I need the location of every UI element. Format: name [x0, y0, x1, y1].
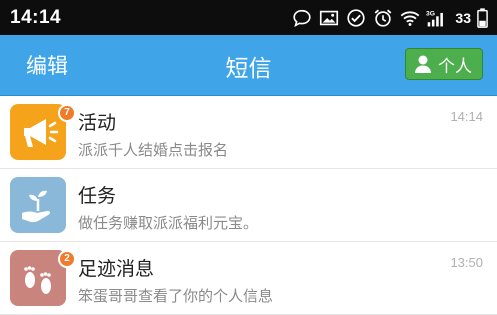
- page-title: 短信: [225, 56, 272, 82]
- battery-level: 33: [455, 10, 471, 26]
- unread-badge: 2: [58, 250, 76, 268]
- nav-bar: 编辑 短信 个人: [0, 35, 497, 96]
- message-list: 7 活动 派派千人结婚点击报名 14:14 任务 做任务赚取派派福利元宝。 2 …: [0, 96, 497, 315]
- check-circle-icon: [347, 9, 366, 27]
- message-preview: 笨蛋哥哥查看了你的个人信息: [78, 287, 274, 305]
- avatar: [10, 177, 66, 233]
- network-type: 3G: [426, 10, 435, 17]
- message-time: 14:14: [450, 109, 483, 124]
- edit-button[interactable]: 编辑: [26, 50, 68, 80]
- avatar: 2: [10, 250, 76, 306]
- message-preview: 做任务赚取派派福利元宝。: [78, 214, 259, 232]
- message-title: 足迹消息: [78, 258, 155, 280]
- personal-button-label: 个人: [438, 56, 472, 77]
- unread-badge: 7: [58, 104, 76, 122]
- status-time: 14:14: [10, 7, 62, 28]
- status-bar: 14:14 3G 33: [0, 0, 497, 35]
- personal-button[interactable]: 个人: [405, 48, 483, 80]
- message-title: 任务: [78, 185, 117, 207]
- message-item-activity[interactable]: 7 活动 派派千人结婚点击报名 14:14: [0, 96, 497, 169]
- wifi-icon: [401, 11, 420, 26]
- hand-sprout-icon: [22, 190, 51, 223]
- chat-bubble-icon: [293, 9, 312, 27]
- avatar: 7: [10, 104, 76, 160]
- message-preview: 派派千人结婚点击报名: [78, 141, 229, 159]
- message-title: 活动: [78, 112, 117, 134]
- person-icon: [415, 55, 431, 73]
- status-icons: 3G 33: [291, 6, 489, 30]
- battery-icon: [477, 8, 488, 28]
- image-icon: [320, 10, 339, 26]
- signal-icon: 3G: [426, 10, 444, 27]
- message-item-footprints[interactable]: 2 足迹消息 笨蛋哥哥查看了你的个人信息 13:50: [0, 242, 497, 315]
- message-item-tasks[interactable]: 任务 做任务赚取派派福利元宝。: [0, 169, 497, 242]
- alarm-icon: [375, 9, 392, 27]
- message-time: 13:50: [450, 255, 483, 270]
